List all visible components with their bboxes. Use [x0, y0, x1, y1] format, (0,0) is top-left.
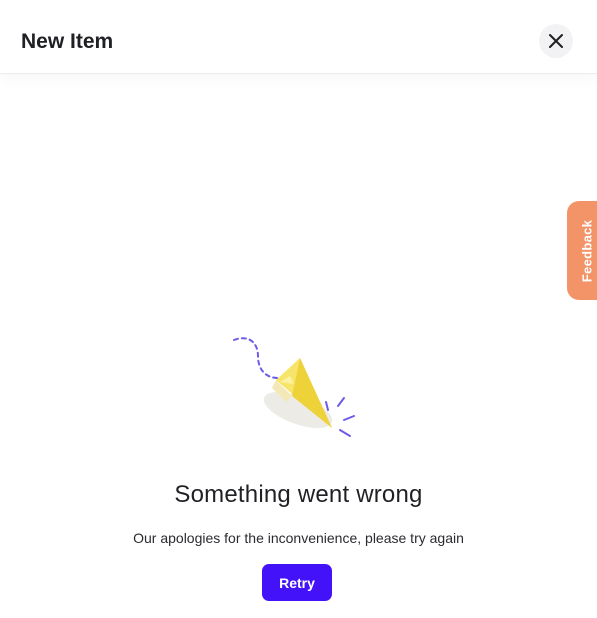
error-title: Something went wrong	[174, 481, 423, 508]
retry-button[interactable]: Retry	[262, 564, 332, 601]
panel-header: New Item	[0, 0, 597, 74]
panel-title: New Item	[21, 30, 114, 53]
close-button[interactable]	[539, 24, 573, 58]
error-message: Our apologies for the inconvenience, ple…	[133, 530, 464, 546]
close-icon	[549, 34, 563, 48]
feedback-tab[interactable]: Feedback	[567, 201, 597, 300]
paper-plane-icon	[233, 337, 355, 437]
feedback-label: Feedback	[579, 219, 595, 282]
new-item-panel: New Item Feedback Something went wrong O…	[0, 0, 597, 618]
